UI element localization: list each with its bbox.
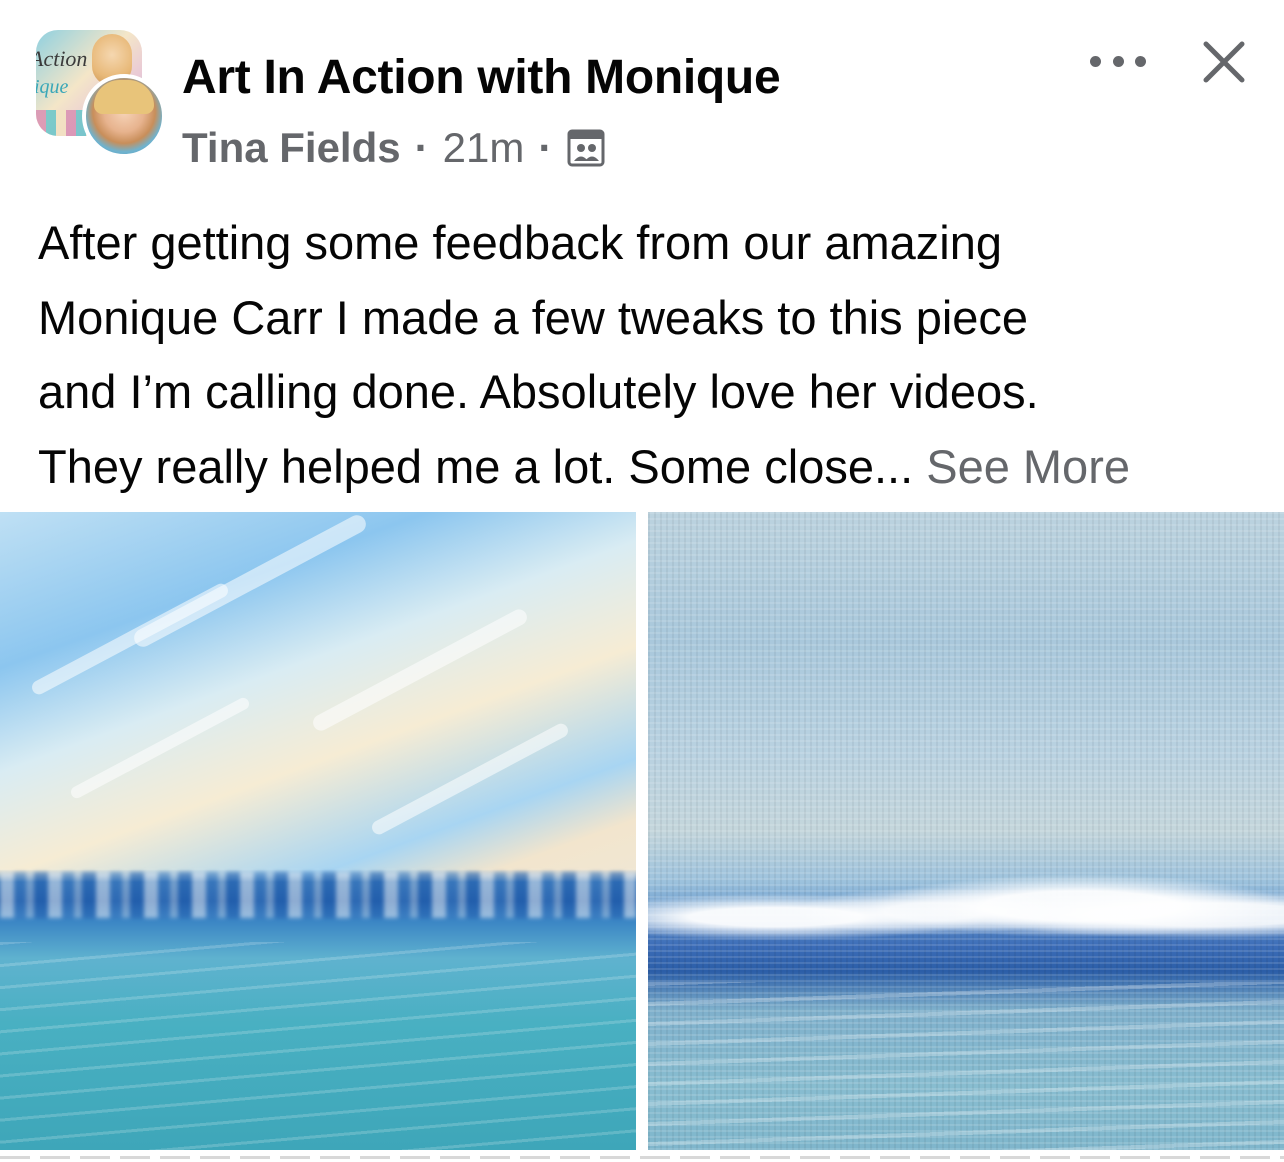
close-icon[interactable]	[1198, 36, 1250, 88]
post-text-line: Monique Carr I made a few tweaks to this…	[38, 290, 1029, 344]
post-text-truncated: They really helped me a lot. Some close.…	[38, 439, 914, 493]
sky-streak	[68, 695, 252, 801]
meta-separator: ·	[414, 124, 429, 171]
sky-streak	[130, 512, 370, 650]
post-header: Action ique Art In Action with Monique T…	[0, 0, 1284, 190]
water-ripples	[648, 982, 1284, 1150]
meta-separator: ·	[538, 124, 553, 171]
post-text: After getting some feedback from our ama…	[38, 206, 1278, 504]
group-name-link[interactable]: Art In Action with Monique	[182, 48, 781, 108]
group-avatar-logo: Action	[36, 46, 88, 71]
more-dot	[1090, 55, 1101, 67]
see-more-link[interactable]: See More	[926, 440, 1130, 493]
sky-streak	[310, 606, 530, 734]
photo-grid	[0, 512, 1284, 1150]
post-photo-2[interactable]	[648, 512, 1284, 1150]
post-text-line: and I’m calling done. Absolutely love he…	[38, 365, 1039, 418]
post-text-line: After getting some feedback from our ama…	[38, 216, 1002, 269]
more-horizontal-icon[interactable]	[1090, 46, 1146, 76]
post-photo-1[interactable]	[0, 512, 636, 1150]
post-meta: Tina Fields · 21m ·	[182, 122, 606, 174]
author-avatar[interactable]	[82, 74, 166, 158]
post-text-line-last: They really helped me a lot. Some close.…	[38, 430, 1278, 505]
group-icon[interactable]	[566, 128, 606, 168]
more-dot	[1112, 55, 1124, 67]
group-avatar-logo-script: ique	[36, 76, 69, 98]
more-dot	[1135, 55, 1146, 67]
author-avatar-hair	[94, 80, 154, 114]
sky-streak	[369, 721, 571, 837]
wave-foam	[0, 872, 636, 918]
wave-foam	[648, 862, 1284, 972]
water-ripples	[0, 942, 636, 1150]
avatar-stack[interactable]: Action ique	[36, 30, 166, 158]
divider	[0, 1156, 1284, 1159]
post-timestamp[interactable]: 21m	[443, 124, 525, 172]
author-name-link[interactable]: Tina Fields	[182, 124, 401, 172]
